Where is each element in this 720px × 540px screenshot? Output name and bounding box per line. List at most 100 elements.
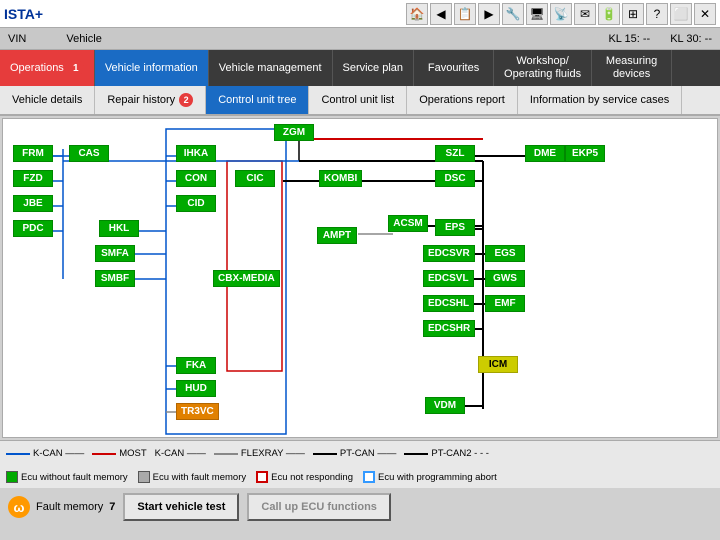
home-icon[interactable]: 🏠 [406, 3, 428, 25]
vin-label: VIN [8, 33, 26, 45]
kl30-status: KL 30: -- [670, 33, 712, 45]
ecu-vdm[interactable]: VDM [425, 397, 465, 414]
ecu-emf[interactable]: EMF [485, 295, 525, 312]
legend-flexray: FLEXRAY —— [214, 448, 305, 459]
ecu-edcshr[interactable]: EDCSHR [423, 320, 475, 337]
battery-icon[interactable]: 🔋 [598, 3, 620, 25]
diagram-area: FRM CAS FZD JBE PDC HKL SMFA SMBF IHKA C… [2, 118, 718, 438]
ecu-frm[interactable]: FRM [13, 145, 53, 162]
legend-fault: Ecu with fault memory [138, 471, 246, 483]
tab-vehicle-info[interactable]: Vehicle information [95, 50, 209, 86]
ecu-fzd[interactable]: FZD [13, 170, 53, 187]
ecu-ampt[interactable]: AMPT [317, 227, 357, 244]
tab-measuring-label: Measuringdevices [606, 55, 657, 81]
ecu-edcsvr[interactable]: EDCSVR [423, 245, 475, 262]
tab-operations-label: Operations [10, 62, 64, 74]
tab-vehicle-mgmt-label: Vehicle management [219, 62, 322, 74]
legend-most: MOST [92, 448, 146, 459]
subtab-repair-history[interactable]: Repair history 2 [95, 86, 206, 114]
legend-k-can2: K-CAN —— [155, 448, 206, 459]
pt-can-line [313, 453, 337, 455]
forward-icon[interactable]: ▶ [478, 3, 500, 25]
callup-ecu-button[interactable]: Call up ECU functions [247, 493, 391, 521]
ecu-hud[interactable]: HUD [176, 380, 216, 397]
ecu-cbx-media[interactable]: CBX-MEDIA [213, 270, 280, 287]
tab-workshop[interactable]: Workshop/Operating fluids [494, 50, 592, 86]
tab-vehicle-info-label: Vehicle information [105, 62, 198, 74]
prog-abort-box [363, 471, 375, 483]
subtab-control-unit-tree[interactable]: Control unit tree [206, 86, 309, 114]
ecu-fka[interactable]: FKA [176, 357, 216, 374]
ecu-jbe[interactable]: JBE [13, 195, 53, 212]
legend-no-fault: Ecu without fault memory [6, 471, 128, 483]
fault-box [138, 471, 150, 483]
flexray-line [214, 453, 238, 455]
start-vehicle-test-button[interactable]: Start vehicle test [123, 493, 239, 521]
copy-icon[interactable]: 📋 [454, 3, 476, 25]
nav-tabs: Operations 1 Vehicle information Vehicle… [0, 50, 720, 86]
vehicle-label: Vehicle [66, 33, 101, 45]
tab-service-plan-label: Service plan [343, 62, 404, 74]
ecu-edcshl[interactable]: EDCSHL [423, 295, 474, 312]
operations-badge: 1 [68, 60, 84, 76]
ecu-dsc[interactable]: DSC [435, 170, 475, 187]
subtab-vehicle-details[interactable]: Vehicle details [0, 86, 95, 114]
ecu-trsvc[interactable]: TR3VC [176, 403, 219, 420]
fault-label: Fault memory [36, 501, 103, 513]
ecu-edcsvl[interactable]: EDCSVL [423, 270, 474, 287]
legend-not-responding: Ecu not responding [256, 471, 353, 483]
close-icon[interactable]: ✕ [694, 3, 716, 25]
ecu-smfa[interactable]: SMFA [95, 245, 135, 262]
ecu-kombi[interactable]: KOMBI [319, 170, 362, 187]
ecu-icm[interactable]: ICM [478, 356, 518, 373]
ecu-ihka[interactable]: IHKA [176, 145, 216, 162]
ecu-egs[interactable]: EGS [485, 245, 525, 262]
subtab-control-unit-list[interactable]: Control unit list [309, 86, 407, 114]
fault-area: ω Fault memory 7 [8, 496, 115, 518]
kl-status: KL 15: -- KL 30: -- [608, 33, 712, 45]
ecu-zgm[interactable]: ZGM [274, 124, 314, 141]
window-icon[interactable]: ⬜ [670, 3, 692, 25]
ecu-smbf[interactable]: SMBF [95, 270, 135, 287]
ecu-con[interactable]: CON [176, 170, 216, 187]
ecu-cic[interactable]: CIC [235, 170, 275, 187]
ecu-cid[interactable]: CID [176, 195, 216, 212]
ecu-cas[interactable]: CAS [69, 145, 109, 162]
tab-measuring[interactable]: Measuringdevices [592, 50, 672, 86]
subtab-info-service-cases[interactable]: Information by service cases [518, 86, 682, 114]
ecu-gws[interactable]: GWS [485, 270, 525, 287]
tab-service-plan[interactable]: Service plan [333, 50, 415, 86]
back-icon[interactable]: ◀ [430, 3, 452, 25]
tab-workshop-label: Workshop/Operating fluids [504, 55, 581, 81]
ecu-pdc[interactable]: PDC [13, 220, 53, 237]
titlebar: ISTA+ 🏠 ◀ 📋 ▶ 🔧 🖥 📡 ✉ 🔋 ⊞ ? ⬜ ✕ [0, 0, 720, 28]
grid-icon[interactable]: ⊞ [622, 3, 644, 25]
sub-tabs: Vehicle details Repair history 2 Control… [0, 86, 720, 116]
pt-can2-line [404, 453, 428, 455]
ecu-hkl[interactable]: HKL [99, 220, 139, 237]
toolbar: 🏠 ◀ 📋 ▶ 🔧 🖥 📡 ✉ 🔋 ⊞ ? ⬜ ✕ [406, 3, 716, 25]
help-icon[interactable]: ? [646, 3, 668, 25]
most-line [92, 453, 116, 455]
legend-pt-can2: PT-CAN2 - - - [404, 448, 489, 459]
tab-vehicle-mgmt[interactable]: Vehicle management [209, 50, 333, 86]
subtab-operations-report[interactable]: Operations report [407, 86, 518, 114]
email-icon[interactable]: ✉ [574, 3, 596, 25]
app-title: ISTA+ [4, 6, 43, 22]
scan-icon[interactable]: 📡 [550, 3, 572, 25]
legend-bar: K-CAN —— MOST K-CAN —— FLEXRAY —— PT-CAN… [0, 440, 720, 466]
ecu-szl[interactable]: SZL [435, 145, 475, 162]
ecu-acsm[interactable]: ACSM [388, 215, 428, 232]
ecu-dme[interactable]: DME [525, 145, 565, 162]
tab-operations[interactable]: Operations 1 [0, 50, 95, 86]
ecu-ekp5[interactable]: EKP5 [565, 145, 605, 162]
wrench-icon[interactable]: 🔧 [502, 3, 524, 25]
fault-count: 7 [109, 501, 115, 513]
k-can-line [6, 453, 30, 455]
tab-favourites[interactable]: Favourites [414, 50, 494, 86]
ecu-eps[interactable]: EPS [435, 219, 475, 236]
no-fault-box [6, 471, 18, 483]
infobar: VIN Vehicle KL 15: -- KL 30: -- [0, 28, 720, 50]
monitor-icon[interactable]: 🖥 [526, 3, 548, 25]
legend-prog-abort: Ecu with programming abort [363, 471, 497, 483]
